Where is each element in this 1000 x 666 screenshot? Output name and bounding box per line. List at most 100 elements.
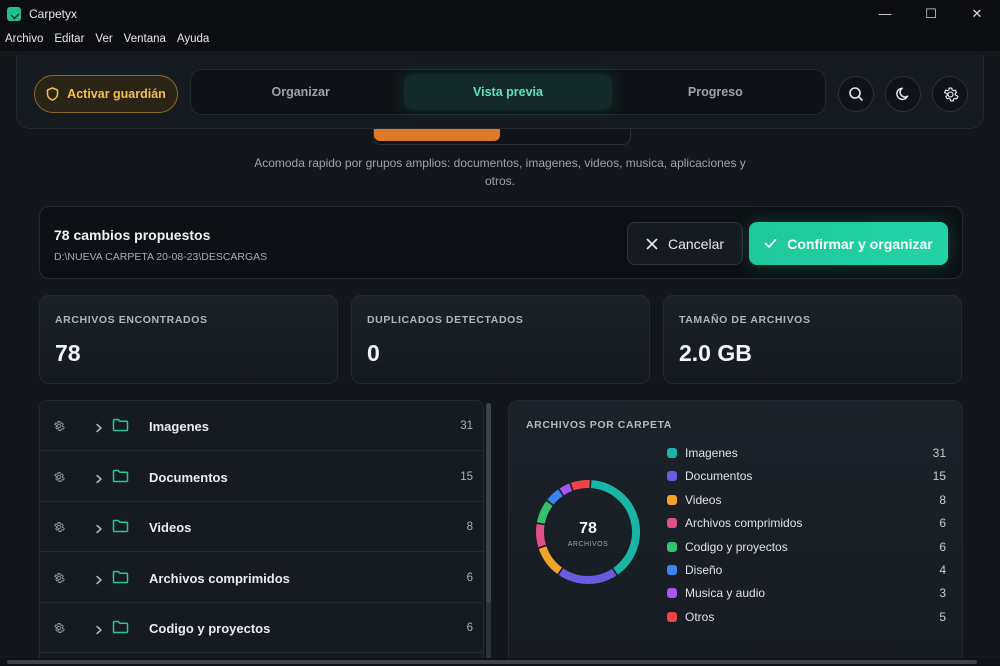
legend-item: Otros 5 (667, 608, 949, 626)
files-by-folder-panel: ARCHIVOS POR CARPETA 78 ARCHIVOS Imagene… (508, 400, 963, 666)
folder-count: 15 (460, 470, 473, 483)
folder-name: Archivos comprimidos (149, 570, 290, 586)
close-button[interactable]: ✕ (954, 0, 1000, 27)
stat-value: 0 (367, 340, 380, 366)
legend-item: Archivos comprimidos 6 (667, 514, 949, 532)
confirm-organize-button[interactable]: Confirmar y organizar (749, 222, 948, 265)
maximize-button[interactable]: ☐ (908, 0, 954, 27)
moon-icon (896, 87, 909, 101)
legend-swatch (667, 448, 677, 458)
cancel-button[interactable]: Cancelar (627, 222, 743, 265)
tab-progreso[interactable]: Progreso (612, 74, 819, 110)
legend-swatch (667, 541, 677, 552)
legend-swatch (667, 611, 677, 622)
chevron-right-icon[interactable] (95, 420, 103, 438)
proposal-title: 78 cambios propuestos (54, 227, 211, 243)
title-bar: Carpetyx — ☐ ✕ (0, 0, 1000, 27)
folder-row[interactable]: Codigo y proyectos 6 (40, 603, 483, 654)
menu-editar[interactable]: Editar (54, 33, 84, 45)
tab-organizar[interactable]: Organizar (197, 74, 404, 110)
stat-duplicates: DUPLICADOS DETECTADOS 0 (351, 295, 650, 384)
folder-row[interactable]: Videos 8 (40, 502, 483, 553)
close-icon (646, 238, 658, 249)
donut-center-value: 78 (579, 520, 597, 537)
menu-archivo[interactable]: Archivo (5, 33, 43, 45)
legend-label: Otros (685, 609, 715, 624)
stat-value: 78 (55, 340, 81, 366)
legend-value: 3 (939, 586, 946, 601)
legend-swatch (667, 588, 677, 599)
tab-vista-previa[interactable]: Vista previa (404, 74, 612, 110)
folder-icon (112, 519, 129, 538)
chevron-right-icon[interactable] (95, 471, 103, 489)
proposal-bar: 78 cambios propuestos D:\NUEVA CARPETA 2… (39, 206, 963, 279)
folder-icon (112, 469, 129, 488)
legend-label: Archivos comprimidos (685, 516, 803, 531)
horizontal-scrollbar[interactable] (0, 658, 1000, 666)
donut-slice (538, 546, 563, 574)
gear-icon[interactable] (53, 621, 65, 639)
mode-selector[interactable] (373, 129, 631, 145)
gear-icon[interactable] (53, 571, 65, 589)
scrollbar-thumb[interactable] (486, 403, 491, 603)
gear-icon[interactable] (53, 419, 65, 437)
header-bar: Activar guardián Organizar Vista previa … (16, 55, 984, 129)
window-controls: — ☐ ✕ (862, 0, 1000, 27)
mode-selector-active[interactable] (374, 129, 500, 141)
cancel-label: Cancelar (667, 235, 725, 252)
legend-item: Musica y audio 3 (667, 584, 949, 602)
legend-value: 6 (939, 539, 946, 554)
chevron-right-icon[interactable] (95, 521, 103, 539)
gear-icon[interactable] (53, 520, 65, 538)
stat-label: DUPLICADOS DETECTADOS (367, 314, 524, 326)
legend-item: Documentos 15 (667, 467, 949, 485)
legend-label: Diseño (685, 563, 723, 577)
folder-name: Imagenes (149, 419, 209, 434)
donut-center-label: ARCHIVOS (568, 541, 609, 548)
legend-value: 6 (939, 516, 946, 531)
horizontal-scrollbar-thumb[interactable] (7, 660, 977, 664)
activate-guard-button[interactable]: Activar guardián (34, 75, 178, 113)
legend-value: 31 (932, 446, 946, 460)
folder-row[interactable]: Imagenes 31 (40, 401, 483, 451)
chart-title: ARCHIVOS POR CARPETA (526, 419, 672, 431)
theme-toggle-button[interactable] (885, 76, 921, 112)
legend-swatch (667, 471, 677, 482)
legend-value: 8 (939, 492, 946, 507)
legend-value: 5 (939, 609, 946, 624)
folder-count: 6 (466, 622, 473, 635)
menu-ver[interactable]: Ver (95, 33, 112, 45)
donut-slice (570, 480, 590, 491)
mode-description: Acomoda rapido por grupos amplios: docum… (254, 156, 746, 188)
folder-name: Videos (149, 520, 192, 536)
gear-icon[interactable] (53, 470, 65, 488)
legend-label: Codigo y proyectos (685, 539, 788, 554)
chevron-right-icon[interactable] (95, 622, 103, 640)
donut-slice (590, 480, 640, 575)
legend-swatch (667, 494, 677, 505)
donut-slice (547, 489, 563, 505)
legend-item: Videos 8 (667, 491, 949, 509)
main-content: Activar guardián Organizar Vista previa … (0, 51, 1000, 666)
chevron-right-icon[interactable] (95, 572, 103, 590)
menu-ayuda[interactable]: Ayuda (177, 33, 209, 45)
app-logo-icon (7, 6, 21, 21)
folder-list: Imagenes 31 Documentos 15 Videos 8 Archivos co… (39, 400, 484, 666)
folder-icon (112, 620, 129, 639)
legend-label: Musica y audio (685, 586, 766, 601)
settings-button[interactable] (932, 76, 968, 112)
folder-icon (112, 418, 129, 437)
search-icon (849, 87, 863, 101)
minimize-button[interactable]: — (862, 0, 908, 27)
legend-value: 15 (932, 469, 946, 484)
folder-row[interactable]: Archivos comprimidos 6 (40, 553, 483, 603)
menu-ventana[interactable]: Ventana (124, 33, 166, 45)
folder-list-scrollbar[interactable] (486, 403, 491, 666)
main-tabs: Organizar Vista previa Progreso (190, 69, 826, 115)
folder-icon (112, 570, 129, 589)
search-button[interactable] (838, 76, 874, 112)
activate-guard-label: Activar guardián (67, 87, 166, 101)
folder-row[interactable]: Documentos 15 (40, 452, 483, 502)
proposal-path: D:\NUEVA CARPETA 20-08-23\DESCARGAS (54, 251, 268, 263)
folder-count: 6 (466, 571, 473, 584)
